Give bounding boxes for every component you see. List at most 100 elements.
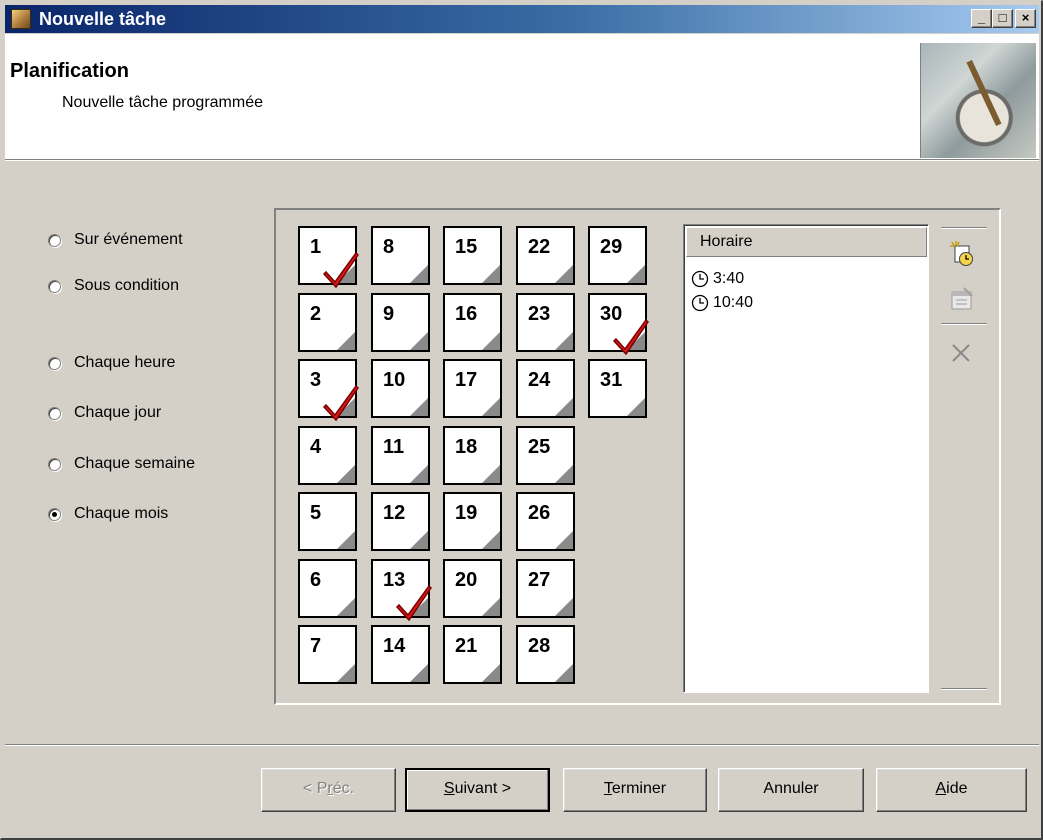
radio-label: Chaque heure bbox=[74, 354, 176, 371]
horaire-column-header[interactable]: Horaire bbox=[686, 227, 927, 257]
radio-option[interactable]: Chaque semaine bbox=[48, 453, 195, 475]
close-button[interactable]: × bbox=[1015, 9, 1036, 28]
horaire-time: 3:40 bbox=[713, 270, 745, 287]
page-fold-icon bbox=[482, 531, 500, 549]
calendar-day-number: 6 bbox=[310, 569, 322, 591]
radio-option[interactable]: Chaque heure bbox=[48, 352, 175, 374]
window-title: Nouvelle tâche bbox=[39, 9, 167, 29]
calendar-day-number: 9 bbox=[383, 303, 395, 325]
calendar-day-number: 31 bbox=[600, 369, 623, 391]
calendar-day-number: 12 bbox=[383, 502, 406, 524]
cancel-button[interactable]: Annuler bbox=[718, 768, 864, 812]
calendar-day-number: 24 bbox=[528, 369, 551, 391]
radio-button-icon[interactable] bbox=[48, 406, 61, 420]
finish-button[interactable]: Terminer bbox=[563, 768, 707, 812]
horaire-list[interactable]: Horaire 3:40 10:40 bbox=[683, 224, 929, 693]
calendar-day[interactable]: 12 bbox=[371, 492, 430, 551]
properties-icon[interactable] bbox=[947, 284, 977, 314]
horaire-row[interactable]: 3:40 bbox=[691, 267, 744, 291]
calendar-day[interactable]: 15 bbox=[443, 226, 502, 285]
calendar-day[interactable]: 24 bbox=[516, 359, 575, 418]
calendar-day[interactable]: 16 bbox=[443, 293, 502, 352]
radio-option[interactable]: Sur événement bbox=[48, 229, 183, 251]
calendar-day[interactable]: 2 bbox=[298, 293, 357, 352]
calendar-day[interactable]: 26 bbox=[516, 492, 575, 551]
calendar-day-number: 10 bbox=[383, 369, 406, 391]
radio-option[interactable]: Sous condition bbox=[48, 275, 179, 297]
calendar-day[interactable]: 28 bbox=[516, 625, 575, 684]
calendar-day-number: 19 bbox=[455, 502, 478, 524]
calendar-day-number: 26 bbox=[528, 502, 551, 524]
page-fold-icon bbox=[482, 332, 500, 350]
minimize-button[interactable]: _ bbox=[971, 9, 992, 28]
calendar-day[interactable]: 27 bbox=[516, 559, 575, 618]
calendar-day[interactable]: 20 bbox=[443, 559, 502, 618]
calendar-day-number: 11 bbox=[383, 436, 405, 458]
radio-button-icon[interactable] bbox=[48, 233, 61, 247]
calendar-day-number: 14 bbox=[383, 635, 406, 657]
next-button[interactable]: Suivant > bbox=[405, 768, 550, 812]
title-bar[interactable]: Nouvelle tâche _ □ × bbox=[5, 5, 1039, 33]
radio-option[interactable]: Chaque mois bbox=[48, 503, 168, 525]
radio-button-icon[interactable] bbox=[48, 457, 61, 471]
page-fold-icon bbox=[482, 465, 500, 483]
page-fold-icon bbox=[337, 531, 355, 549]
page-fold-icon bbox=[337, 332, 355, 350]
calendar-day-number: 15 bbox=[455, 236, 478, 258]
calendar-day[interactable]: 18 bbox=[443, 426, 502, 485]
page-fold-icon bbox=[337, 598, 355, 616]
prev-button[interactable]: < Préc. bbox=[261, 768, 396, 812]
calendar-day[interactable]: 17 bbox=[443, 359, 502, 418]
maximize-button[interactable]: □ bbox=[992, 9, 1013, 28]
calendar-day[interactable]: 10 bbox=[371, 359, 430, 418]
wizard-header: Planification Nouvelle tâche programmée bbox=[5, 34, 1039, 159]
radio-option[interactable]: Chaque jour bbox=[48, 402, 161, 424]
radio-label: Chaque semaine bbox=[74, 455, 195, 472]
radio-button-icon[interactable] bbox=[48, 279, 61, 293]
calendar-day[interactable]: 25 bbox=[516, 426, 575, 485]
calendar-day[interactable]: 3 bbox=[298, 359, 359, 422]
header-clock-image bbox=[920, 43, 1036, 158]
calendar-day[interactable]: 1 bbox=[298, 226, 359, 289]
radio-label: Chaque mois bbox=[74, 505, 169, 522]
page-fold-icon bbox=[555, 265, 573, 283]
calendar-day[interactable]: 4 bbox=[298, 426, 357, 485]
page-fold-icon bbox=[410, 664, 428, 682]
calendar-day[interactable]: 22 bbox=[516, 226, 575, 285]
radio-label: Sur événement bbox=[74, 231, 183, 248]
calendar-day-number: 23 bbox=[528, 303, 551, 325]
page-fold-icon bbox=[410, 465, 428, 483]
radio-button-icon[interactable] bbox=[48, 356, 61, 370]
calendar-day[interactable]: 21 bbox=[443, 625, 502, 684]
calendar-day[interactable]: 13 bbox=[371, 559, 432, 622]
calendar-day-number: 16 bbox=[455, 303, 478, 325]
calendar-day[interactable]: 23 bbox=[516, 293, 575, 352]
help-button[interactable]: Aide bbox=[876, 768, 1027, 812]
calendar-day[interactable]: 9 bbox=[371, 293, 430, 352]
delete-icon[interactable] bbox=[947, 338, 977, 368]
calendar-day[interactable]: 29 bbox=[588, 226, 647, 285]
toolbar-divider-mid bbox=[941, 323, 987, 325]
calendar-day-number: 1 bbox=[310, 236, 322, 258]
footer-divider bbox=[5, 744, 1039, 746]
calendar-day[interactable]: 30 bbox=[588, 293, 649, 356]
calendar-day[interactable]: 8 bbox=[371, 226, 430, 285]
calendar-day-number: 3 bbox=[310, 369, 322, 391]
calendar-day[interactable]: 5 bbox=[298, 492, 357, 551]
radio-label: Sous condition bbox=[74, 277, 179, 294]
calendar-day[interactable]: 6 bbox=[298, 559, 357, 618]
calendar-day[interactable]: 19 bbox=[443, 492, 502, 551]
page-fold-icon bbox=[555, 465, 573, 483]
calendar-day[interactable]: 14 bbox=[371, 625, 430, 684]
calendar-day[interactable]: 31 bbox=[588, 359, 647, 418]
app-icon bbox=[11, 9, 31, 29]
radio-button-icon[interactable] bbox=[48, 507, 61, 521]
calendar-day[interactable]: 7 bbox=[298, 625, 357, 684]
page-fold-icon bbox=[482, 664, 500, 682]
calendar-day[interactable]: 11 bbox=[371, 426, 430, 485]
new-schedule-icon[interactable] bbox=[947, 238, 977, 268]
calendar-day-number: 27 bbox=[528, 569, 551, 591]
calendar-day-number: 25 bbox=[528, 436, 551, 458]
horaire-row[interactable]: 10:40 bbox=[691, 291, 753, 315]
calendar-day-number: 18 bbox=[455, 436, 478, 458]
